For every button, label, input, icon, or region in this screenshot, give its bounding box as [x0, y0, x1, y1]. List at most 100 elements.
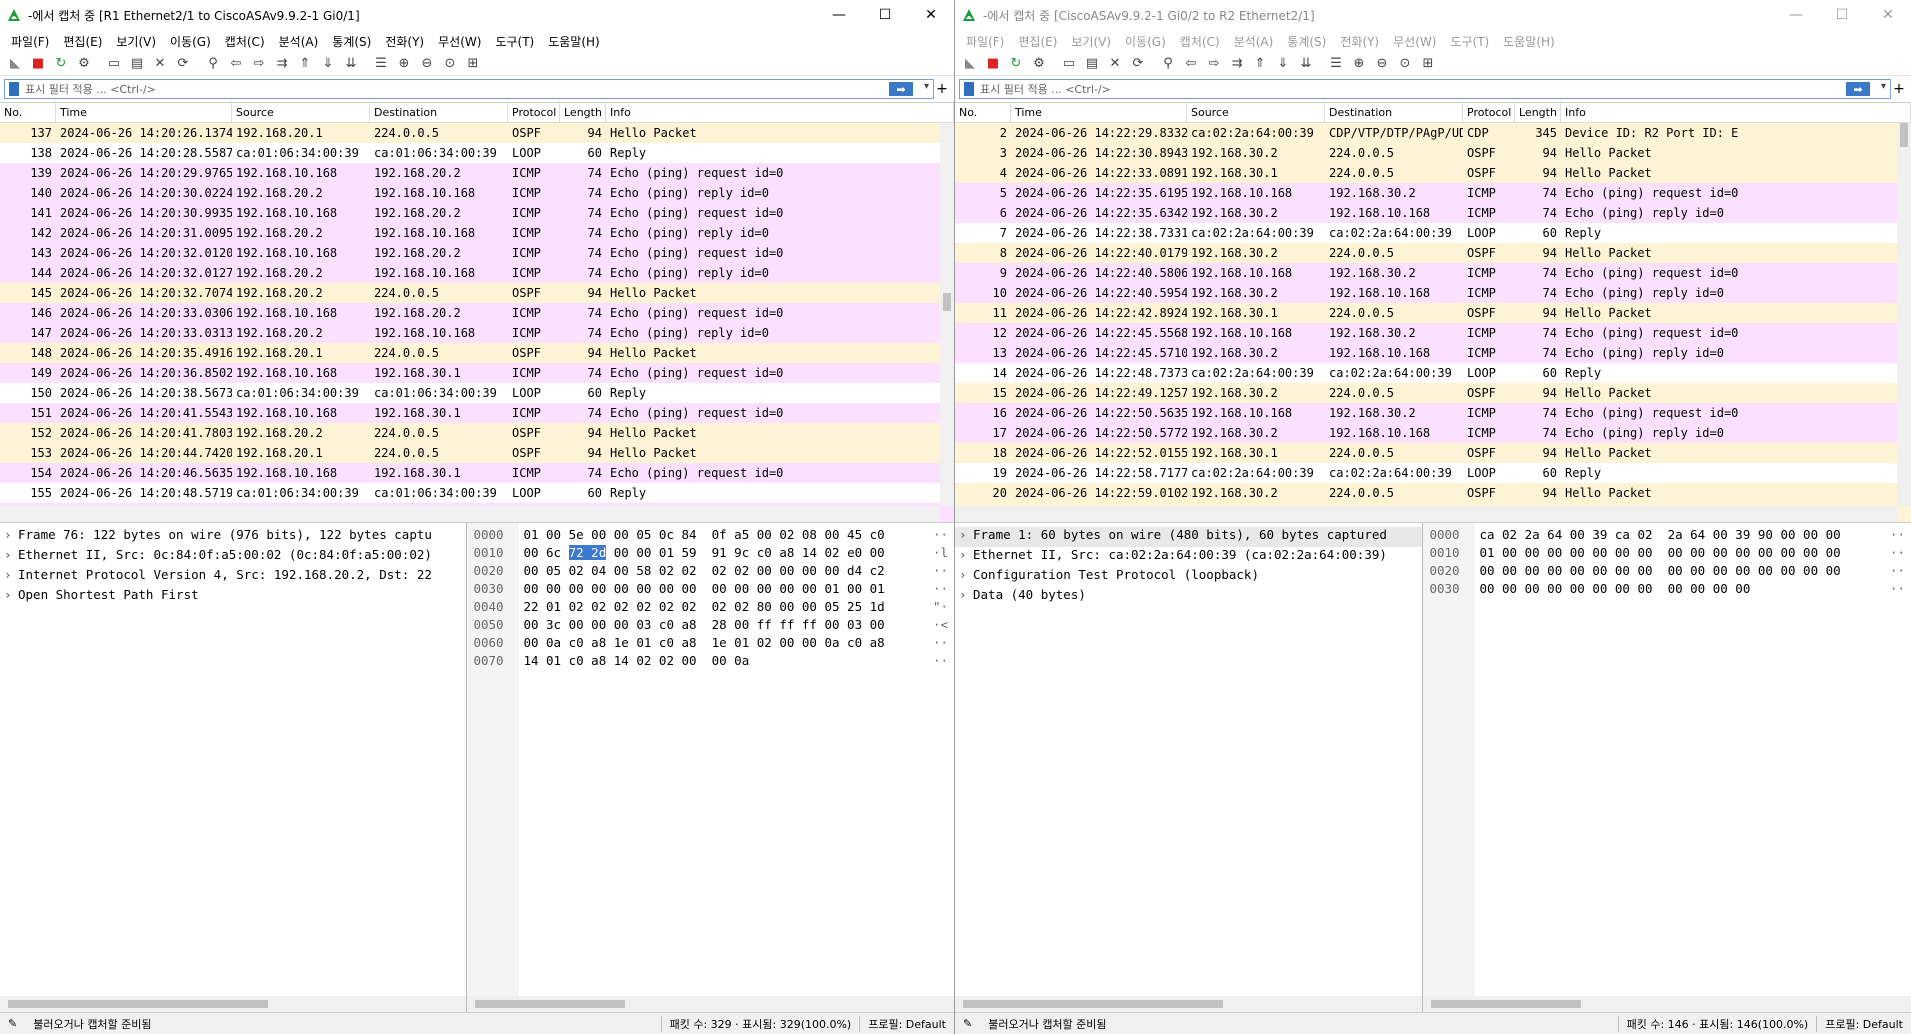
hex-bytes[interactable]: 00 00 00 00 00 00 00 00 00 00 00 00 00 0…: [515, 581, 884, 599]
add-filter-button-icon[interactable]: +: [934, 81, 950, 97]
hex-bytes[interactable]: 00 00 00 00 00 00 00 00 00 00 00 00 00 0…: [1471, 563, 1840, 581]
reload-icon[interactable]: ⟳: [1127, 53, 1149, 75]
column-header-dst[interactable]: Destination: [1325, 103, 1463, 123]
column-header-src[interactable]: Source: [1187, 103, 1325, 123]
menu-item[interactable]: 전화(Y): [1333, 33, 1386, 50]
close-file-icon[interactable]: ✕: [1104, 53, 1126, 75]
packet-row[interactable]: 148 2024-06-26 14:20:35.491666 192.168.20.…: [0, 343, 954, 363]
detail-tree-item[interactable]: › Frame 76: 122 bytes on wire (976 bits),…: [0, 527, 466, 547]
autoscroll-icon[interactable]: ⇊: [1295, 53, 1317, 75]
zoom-out-icon[interactable]: ⊖: [416, 53, 438, 75]
zoom-reset-icon[interactable]: ⊙: [1394, 53, 1416, 75]
menu-item[interactable]: 통계(S): [1280, 33, 1333, 50]
menu-item[interactable]: 통계(S): [325, 33, 378, 50]
chevron-right-icon[interactable]: ›: [959, 527, 973, 542]
chevron-down-icon[interactable]: ▾: [924, 81, 929, 92]
open-icon[interactable]: ▭: [1058, 53, 1080, 75]
stop-icon[interactable]: ■: [982, 53, 1004, 75]
goto-icon[interactable]: ⇉: [271, 53, 293, 75]
packet-row[interactable]: 17 2024-06-26 14:22:50.577298 192.168.30.2…: [955, 423, 1911, 443]
column-header-no[interactable]: No.: [0, 103, 56, 123]
hex-bytes[interactable]: 01 00 00 00 00 00 00 00 00 00 00 00 00 0…: [1471, 545, 1840, 563]
detail-tree-item[interactable]: › Frame 1: 60 bytes on wire (480 bits), 6…: [955, 527, 1423, 547]
packet-row[interactable]: 145 2024-06-26 14:20:32.707413 192.168.20.…: [0, 283, 954, 303]
bytes-hscrollbar[interactable]: [467, 996, 954, 1012]
packet-row[interactable]: 11 2024-06-26 14:22:42.892411 192.168.30.1…: [955, 303, 1911, 323]
packet-row[interactable]: 15 2024-06-26 14:22:49.125787 192.168.30.2…: [955, 383, 1911, 403]
maximize-icon[interactable]: ☐: [862, 0, 908, 30]
detail-tree-item[interactable]: › Ethernet II, Src: 0c:84:0f:a5:00:02 (0c…: [0, 547, 466, 567]
packet-row[interactable]: 7 2024-06-26 14:22:38.733137 ca:02:2a:64:0…: [955, 223, 1911, 243]
menu-item[interactable]: 분석(A): [272, 33, 326, 50]
detail-tree-item[interactable]: › Open Shortest Path First: [0, 587, 466, 607]
bookmark-icon[interactable]: [9, 82, 19, 96]
forward-icon[interactable]: ⇨: [1203, 53, 1225, 75]
menu-item[interactable]: 전화(Y): [378, 33, 431, 50]
minimize-icon[interactable]: —: [816, 0, 862, 30]
zoom-reset-icon[interactable]: ⊙: [439, 53, 461, 75]
profile-text[interactable]: 프로필: Default: [1817, 1016, 1911, 1032]
menu-item[interactable]: 캡처(C): [1173, 33, 1227, 50]
find-icon[interactable]: ⚲: [1157, 53, 1179, 75]
bookmark-icon[interactable]: [964, 82, 974, 96]
packet-row[interactable]: 139 2024-06-26 14:20:29.976529 192.168.10.…: [0, 163, 954, 183]
detail-tree-item[interactable]: › Internet Protocol Version 4, Src: 192.1…: [0, 567, 466, 587]
packet-row[interactable]: 5 2024-06-26 14:22:35.619582 192.168.10.16…: [955, 183, 1911, 203]
menu-item[interactable]: 이동(G): [1118, 33, 1173, 50]
packet-row[interactable]: 10 2024-06-26 14:22:40.595454 192.168.30.2…: [955, 283, 1911, 303]
packet-list-hscrollbar[interactable]: [0, 506, 940, 522]
column-header-src[interactable]: Source: [232, 103, 370, 123]
packet-row[interactable]: 3 2024-06-26 14:22:30.894324 192.168.30.2 2…: [955, 143, 1911, 163]
menu-item[interactable]: 도구(T): [488, 33, 541, 50]
packet-row[interactable]: 14 2024-06-26 14:22:48.737360 ca:02:2a:64:…: [955, 363, 1911, 383]
expert-info-icon[interactable]: ✎: [955, 1017, 980, 1030]
packet-row[interactable]: 12 2024-06-26 14:22:45.556804 192.168.10.1…: [955, 323, 1911, 343]
menu-item[interactable]: 도구(T): [1443, 33, 1496, 50]
colorize-icon[interactable]: ☰: [370, 53, 392, 75]
hex-bytes[interactable]: 22 01 02 02 02 02 02 02 02 02 80 00 00 0…: [515, 599, 884, 617]
last-icon[interactable]: ⇓: [317, 53, 339, 75]
restart-icon[interactable]: ↻: [50, 53, 72, 75]
menu-item[interactable]: 무선(W): [1386, 33, 1443, 50]
forward-icon[interactable]: ⇨: [248, 53, 270, 75]
save-icon[interactable]: ▤: [1081, 53, 1103, 75]
close-icon[interactable]: ✕: [1865, 0, 1911, 30]
menu-item[interactable]: 이동(G): [163, 33, 218, 50]
packet-row[interactable]: 6 2024-06-26 14:22:35.634274 192.168.30.2 1…: [955, 203, 1911, 223]
detail-tree-item[interactable]: › Ethernet II, Src: ca:02:2a:64:00:39 (ca…: [955, 547, 1422, 567]
options-icon[interactable]: ⚙: [73, 53, 95, 75]
hex-bytes[interactable]: 00 6c 72 2d 00 00 01 59 91 9c c0 a8 14 0…: [515, 545, 885, 563]
packet-row[interactable]: 150 2024-06-26 14:20:38.567396 ca:01:06:34…: [0, 383, 954, 403]
packet-row[interactable]: 9 2024-06-26 14:22:40.580633 192.168.10.16…: [955, 263, 1911, 283]
colorize-icon[interactable]: ☰: [1325, 53, 1347, 75]
minimize-icon[interactable]: —: [1773, 0, 1819, 30]
autoscroll-icon[interactable]: ⇊: [340, 53, 362, 75]
packet-row[interactable]: 153 2024-06-26 14:20:44.742052 192.168.20.…: [0, 443, 954, 463]
packet-row[interactable]: 154 2024-06-26 14:20:46.563531 192.168.10.…: [0, 463, 954, 483]
column-header-dst[interactable]: Destination: [370, 103, 508, 123]
column-header-time[interactable]: Time: [1011, 103, 1187, 123]
packet-row[interactable]: 141 2024-06-26 14:20:30.993538 192.168.10.…: [0, 203, 954, 223]
packet-row[interactable]: 8 2024-06-26 14:22:40.017904 192.168.30.2 2…: [955, 243, 1911, 263]
packet-row[interactable]: 4 2024-06-26 14:22:33.089151 192.168.30.1 2…: [955, 163, 1911, 183]
open-icon[interactable]: ▭: [103, 53, 125, 75]
menu-item[interactable]: 편집(E): [1011, 33, 1064, 50]
find-icon[interactable]: ⚲: [202, 53, 224, 75]
fin-icon[interactable]: ◣: [959, 53, 981, 75]
column-header-info[interactable]: Info: [606, 103, 954, 123]
chevron-right-icon[interactable]: ›: [4, 547, 18, 562]
packet-row[interactable]: 155 2024-06-26 14:20:48.571951 ca:01:06:34…: [0, 483, 954, 503]
menu-item[interactable]: 파일(F): [959, 33, 1011, 50]
chevron-right-icon[interactable]: ›: [959, 547, 973, 562]
packet-row[interactable]: 137 2024-06-26 14:20:26.137462 192.168.20.…: [0, 123, 954, 143]
packet-row[interactable]: 151 2024-06-26 14:20:41.554335 192.168.10.…: [0, 403, 954, 423]
packet-row[interactable]: 146 2024-06-26 14:20:33.030653 192.168.10.…: [0, 303, 954, 323]
resize-columns-icon[interactable]: ⊞: [1417, 53, 1439, 75]
packet-row[interactable]: 20 2024-06-26 14:22:59.010268 192.168.30.2…: [955, 483, 1911, 503]
packet-row[interactable]: 144 2024-06-26 14:20:32.012716 192.168.20.…: [0, 263, 954, 283]
details-hscrollbar[interactable]: [955, 996, 1423, 1012]
resize-columns-icon[interactable]: ⊞: [462, 53, 484, 75]
packet-row[interactable]: 143 2024-06-26 14:20:32.012037 192.168.10.…: [0, 243, 954, 263]
menu-item[interactable]: 파일(F): [4, 33, 56, 50]
hex-bytes[interactable]: 00 00 00 00 00 00 00 00 00 00 00 00: [1471, 581, 1750, 599]
